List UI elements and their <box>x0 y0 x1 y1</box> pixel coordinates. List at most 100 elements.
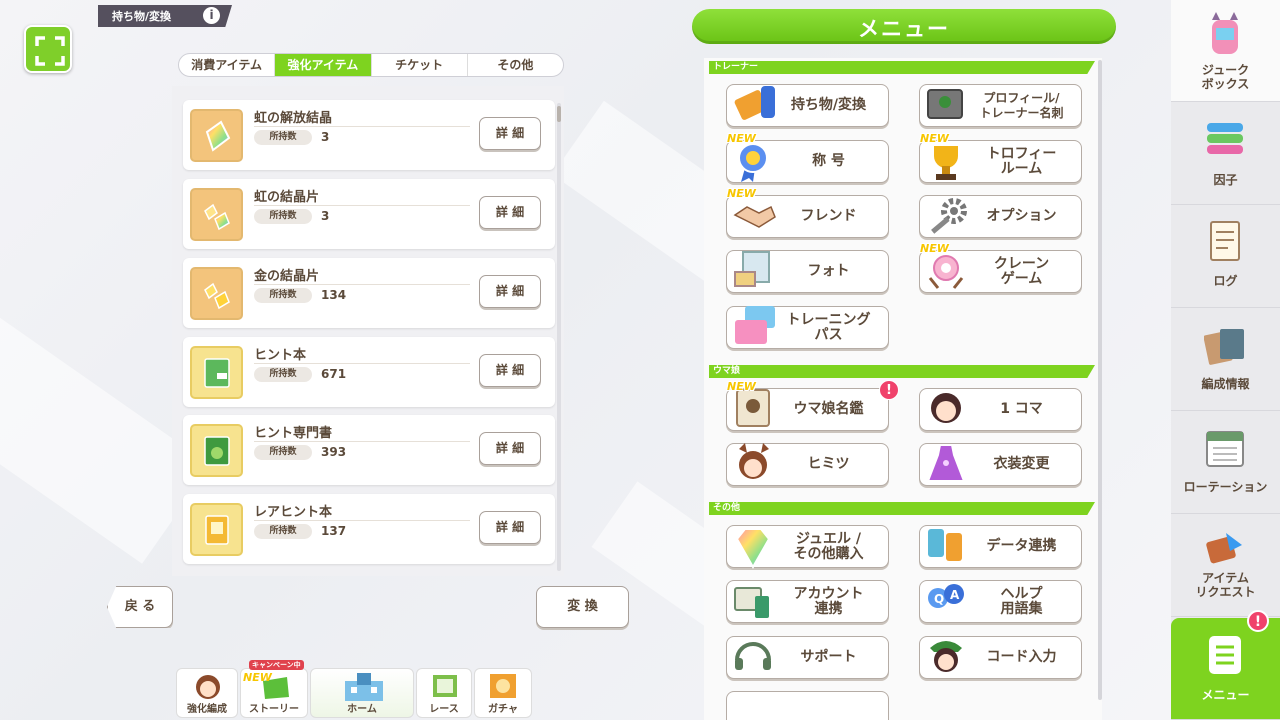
list-item: 虹の解放結晶 所持数 3 詳 細 <box>183 100 555 170</box>
detail-button[interactable]: 詳 細 <box>479 275 541 308</box>
new-badge: NEW <box>727 380 756 393</box>
item-list-scroll-thumb[interactable] <box>557 106 561 122</box>
quantity-value: 3 <box>321 130 330 144</box>
menu-help-button[interactable]: QA ヘルプ 用語集 <box>919 580 1082 623</box>
nav-enhance[interactable]: 強化編成 <box>176 668 238 718</box>
detail-button[interactable]: 詳 細 <box>479 117 541 150</box>
item-list-scrollbar[interactable] <box>557 103 561 571</box>
section-umamusume: ウマ娘 <box>709 365 1095 378</box>
gacha-gate-icon <box>490 674 516 698</box>
menu-title-button[interactable]: NEW 称 号 <box>726 132 889 183</box>
sidebar-item-item-request[interactable]: アイテム リクエスト <box>1171 515 1280 617</box>
menu-data-link-button[interactable]: データ連携 <box>919 525 1082 568</box>
sidebar-item-menu[interactable]: ! メニュー <box>1171 610 1280 720</box>
quantity-value: 137 <box>321 524 347 538</box>
fullscreen-button[interactable] <box>24 25 72 73</box>
nav-gacha[interactable]: ガチャ <box>474 668 532 718</box>
bottom-nav: 強化編成 キャンペーン中 NEW ストーリー ホーム レース ガチャ <box>176 660 562 720</box>
detail-button[interactable]: 詳 細 <box>479 511 541 544</box>
menu-umamusume-book-button[interactable]: NEW ! ウマ娘名鑑 <box>726 380 899 431</box>
menu-support-button[interactable]: サポート <box>726 636 889 679</box>
sidebar-item-rotation[interactable]: ローテーション <box>1171 412 1280 514</box>
svg-text:A: A <box>950 588 960 602</box>
home-building-icon <box>345 673 383 701</box>
quantity-label: 所持数 <box>254 288 312 303</box>
quantity-label: 所持数 <box>254 524 312 539</box>
menu-account-link-button[interactable]: アカウント 連携 <box>726 580 889 623</box>
list-item: ヒント本 所持数 671 詳 細 <box>183 337 555 407</box>
detail-button[interactable]: 詳 細 <box>479 196 541 229</box>
quantity-label: 所持数 <box>254 209 312 224</box>
menu-code-input-button[interactable]: コード入力 <box>919 636 1082 679</box>
menu-scrollbar[interactable] <box>1098 60 1102 700</box>
jukebox-icon <box>1212 12 1238 54</box>
menu-friend-button[interactable]: NEW フレンド <box>726 187 889 238</box>
nav-story[interactable]: キャンペーン中 NEW ストーリー <box>240 660 308 718</box>
menu-secret-button[interactable]: ヒミツ <box>726 443 889 486</box>
item-request-icon <box>1206 533 1242 564</box>
quantity-value: 134 <box>321 288 347 302</box>
menu-title-bar: メニュー <box>692 9 1116 44</box>
menu-title: メニュー <box>858 17 950 41</box>
item-name: 虹の解放結晶 <box>254 111 333 126</box>
new-badge: NEW <box>920 242 949 255</box>
detail-button[interactable]: 詳 細 <box>479 432 541 465</box>
horse-girl-icon <box>196 675 220 699</box>
menu-costume-button[interactable]: 衣装変更 <box>919 443 1082 486</box>
detail-button[interactable]: 詳 細 <box>479 354 541 387</box>
list-item: ヒント専門書 所持数 393 詳 細 <box>183 415 555 485</box>
hint-book-icon <box>190 346 243 399</box>
quantity-label: 所持数 <box>254 367 312 382</box>
menu-crane-game-button[interactable]: NEW クレーン ゲーム <box>919 242 1082 293</box>
sidebar-item-factors[interactable]: 因子 <box>1171 103 1280 205</box>
sidebar-item-log[interactable]: ログ <box>1171 206 1280 308</box>
factor-icon <box>1207 123 1243 154</box>
new-badge: NEW <box>243 671 272 684</box>
list-item: レアヒント本 所持数 137 詳 細 <box>183 494 555 564</box>
tab-other[interactable]: その他 <box>468 54 563 76</box>
quantity-value: 393 <box>321 445 347 459</box>
back-button[interactable]: 戻 る <box>107 586 173 628</box>
item-name: ヒント専門書 <box>254 426 333 441</box>
info-icon[interactable]: i <box>203 7 220 24</box>
menu-trophy-room-button[interactable]: NEW トロフィー ルーム <box>919 132 1082 183</box>
new-badge: NEW <box>727 132 756 145</box>
quantity-value: 671 <box>321 367 347 381</box>
formation-cards-icon <box>1204 329 1244 365</box>
menu-partial-button[interactable] <box>726 691 889 720</box>
nav-home[interactable]: ホーム <box>310 668 414 718</box>
tab-tickets[interactable]: チケット <box>372 54 468 76</box>
menu-options-button[interactable]: オプション <box>919 195 1082 238</box>
rainbow-crystal-icon <box>190 109 243 162</box>
new-badge: NEW <box>920 132 949 145</box>
sidebar-item-formation[interactable]: 編成情報 <box>1171 309 1280 411</box>
alert-badge: ! <box>1247 610 1269 632</box>
nav-race[interactable]: レース <box>416 668 472 718</box>
screen-title: 持ち物/変換 <box>112 10 172 23</box>
menu-list-icon <box>1209 636 1241 674</box>
menu-one-koma-button[interactable]: 1 コマ <box>919 388 1082 431</box>
expand-icon <box>35 36 65 66</box>
new-badge: NEW <box>727 187 756 200</box>
item-name: レアヒント本 <box>254 505 333 520</box>
menu-jewel-purchase-button[interactable]: ジュエル / その他購入 <box>726 525 889 569</box>
hint-expert-book-icon <box>190 424 243 477</box>
section-trainer: トレーナー <box>709 61 1095 74</box>
menu-photo-button[interactable]: フォト <box>726 250 889 293</box>
race-gate-icon <box>433 675 457 697</box>
menu-profile-button[interactable]: プロフィール/ トレーナー名刺 <box>919 84 1082 127</box>
convert-button[interactable]: 変 換 <box>536 586 629 628</box>
rare-hint-book-icon <box>190 503 243 556</box>
campaign-badge: キャンペーン中 <box>249 660 304 670</box>
gold-shard-icon <box>190 267 243 320</box>
screen-header: 持ち物/変換 i <box>98 5 232 27</box>
sidebar-item-jukebox[interactable]: ジューク ボックス <box>1171 0 1280 102</box>
quantity-value: 3 <box>321 209 330 223</box>
menu-training-pass-button[interactable]: トレーニング パス <box>726 306 889 349</box>
menu-items-convert-button[interactable]: 持ち物/変換 <box>726 84 889 127</box>
log-document-icon <box>1210 221 1240 261</box>
list-item: 金の結晶片 所持数 134 詳 細 <box>183 258 555 328</box>
tab-consumables[interactable]: 消費アイテム <box>179 54 276 76</box>
quantity-label: 所持数 <box>254 130 312 145</box>
tab-enhancement[interactable]: 強化アイテム <box>275 54 372 76</box>
